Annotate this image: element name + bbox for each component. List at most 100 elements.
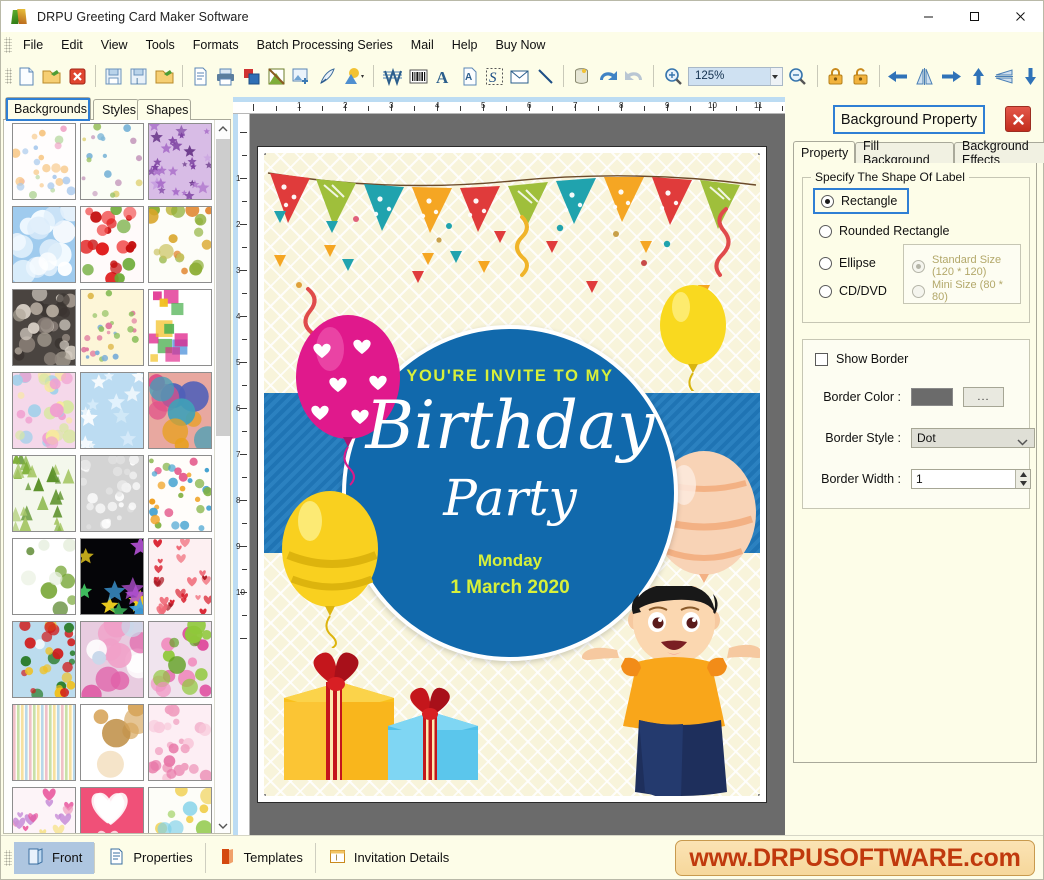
background-thumbnail[interactable] — [12, 621, 76, 698]
stepper-down-icon[interactable] — [1016, 479, 1030, 488]
backgrounds-scrollbar[interactable] — [214, 120, 230, 833]
line-icon[interactable] — [534, 63, 557, 89]
bottom-button-invitation-details[interactable]: I Invitation Details — [316, 842, 461, 874]
undo-icon[interactable] — [595, 63, 620, 89]
open-folder-icon[interactable] — [40, 63, 63, 89]
bottom-grip-handle[interactable] — [4, 849, 12, 866]
tab-styles[interactable]: Styles — [93, 99, 139, 120]
background-thumbnail[interactable] — [148, 538, 212, 615]
menu-item-help[interactable]: Help — [443, 35, 487, 55]
background-thumbnail[interactable] — [148, 621, 212, 698]
panel-close-button[interactable] — [1005, 106, 1031, 132]
bottom-button-properties[interactable]: Properties — [95, 842, 204, 874]
menu-item-mail[interactable]: Mail — [402, 35, 443, 55]
align-left-icon[interactable] — [885, 63, 910, 89]
stepper-up-icon[interactable] — [1016, 470, 1030, 479]
menu-item-batch-processing-series[interactable]: Batch Processing Series — [248, 35, 402, 55]
new-document-icon[interactable] — [15, 63, 38, 89]
selection-handle[interactable] — [264, 794, 266, 796]
background-thumbnail[interactable] — [12, 455, 76, 532]
save-icon[interactable] — [102, 63, 125, 89]
text-icon[interactable]: A — [432, 63, 455, 89]
zoom-input[interactable]: 125% — [687, 66, 783, 86]
canvas-area[interactable]: 1 2 3 4 5 6 7 8 9 10 11 1 2 3 4 5 6 7 8 9 10 — [233, 97, 785, 835]
close-button[interactable] — [997, 1, 1043, 32]
border-color-swatch[interactable] — [911, 388, 953, 406]
save-as-icon[interactable]: I — [127, 63, 150, 89]
background-thumbnail[interactable] — [12, 123, 76, 200]
background-thumbnail[interactable] — [80, 123, 144, 200]
page-setup-icon[interactable] — [189, 63, 212, 89]
tab-fill-background[interactable]: Fill Background — [855, 139, 954, 167]
background-thumbnail[interactable] — [12, 289, 76, 366]
menu-grip-handle[interactable] — [4, 36, 12, 53]
export-folder-icon[interactable] — [152, 63, 175, 89]
background-thumbnail[interactable] — [80, 704, 144, 781]
radio-mini-size[interactable]: Mini Size (80 * 80) — [912, 279, 1020, 303]
background-thumbnail[interactable] — [80, 372, 144, 449]
border-color-browse-button[interactable]: ... — [963, 387, 1004, 407]
background-thumbnail[interactable] — [12, 787, 76, 833]
background-thumbnail[interactable] — [148, 206, 212, 283]
menu-item-edit[interactable]: Edit — [52, 35, 92, 55]
background-thumbnail[interactable] — [148, 289, 212, 366]
zoom-in-icon[interactable] — [660, 63, 687, 89]
greeting-card-design[interactable]: YOU'RE INVITE TO MY Birthday Party Monda… — [264, 153, 760, 796]
tab-background-effects[interactable]: Background Effects — [954, 139, 1044, 167]
background-thumbnail[interactable] — [12, 538, 76, 615]
chevron-down-icon[interactable] — [215, 817, 230, 833]
menu-item-buy-now[interactable]: Buy Now — [486, 35, 554, 55]
background-thumbnail[interactable] — [12, 704, 76, 781]
tab-property[interactable]: Property — [793, 141, 855, 163]
print-icon[interactable] — [214, 63, 237, 89]
radio-rectangle[interactable]: Rectangle — [813, 188, 909, 214]
background-thumbnail[interactable] — [80, 787, 144, 833]
radio-cd-dvd[interactable]: CD/DVD — [819, 284, 887, 298]
watermark-icon[interactable] — [380, 63, 405, 89]
chevron-up-icon[interactable] — [215, 120, 230, 137]
card-canvas[interactable]: YOU'RE INVITE TO MY Birthday Party Monda… — [257, 146, 767, 803]
background-thumbnail[interactable] — [148, 787, 212, 833]
background-thumbnail[interactable] — [12, 206, 76, 283]
toolbar-grip-handle[interactable] — [5, 68, 12, 84]
radio-rounded-rectangle[interactable]: Rounded Rectangle — [819, 224, 950, 238]
align-bottom-icon[interactable] — [1019, 63, 1042, 89]
background-thumbnail[interactable] — [12, 372, 76, 449]
maximize-button[interactable] — [951, 1, 997, 32]
tab-shapes[interactable]: Shapes — [137, 99, 191, 120]
menu-item-formats[interactable]: Formats — [184, 35, 248, 55]
menu-item-view[interactable]: View — [92, 35, 137, 55]
background-thumbnail[interactable] — [148, 704, 212, 781]
radio-standard-size[interactable]: Standard Size (120 * 120) — [912, 254, 1020, 278]
background-thumbnail[interactable] — [80, 538, 144, 615]
background-thumbnail[interactable] — [148, 372, 212, 449]
zoom-out-icon[interactable] — [784, 63, 811, 89]
border-width-stepper[interactable]: 1 — [911, 469, 1031, 489]
align-center-vertical-icon[interactable] — [992, 63, 1017, 89]
align-center-horizontal-icon[interactable] — [912, 63, 937, 89]
stepper-arrows[interactable] — [1015, 470, 1030, 488]
selection-handle[interactable] — [758, 153, 760, 155]
database-icon[interactable] — [570, 63, 593, 89]
pen-icon[interactable] — [316, 63, 339, 89]
copy-layers-icon[interactable] — [239, 63, 262, 89]
background-thumbnail[interactable] — [148, 123, 212, 200]
background-thumbnail[interactable] — [80, 206, 144, 283]
bottom-button-front[interactable]: Front — [14, 841, 95, 874]
border-style-select[interactable]: Dot — [911, 428, 1035, 448]
menu-item-tools[interactable]: Tools — [137, 35, 184, 55]
background-thumbnail[interactable] — [80, 289, 144, 366]
align-right-icon[interactable] — [939, 63, 964, 89]
minimize-button[interactable] — [905, 1, 951, 32]
bottom-button-templates[interactable]: Templates — [206, 842, 315, 874]
barcode-icon[interactable] — [407, 63, 430, 89]
scrollbar-thumb[interactable] — [216, 139, 230, 436]
menu-item-file[interactable]: File — [14, 35, 52, 55]
background-thumbnail[interactable] — [80, 455, 144, 532]
redo-icon[interactable] — [622, 63, 647, 89]
text-box-icon[interactable]: A — [457, 63, 480, 89]
background-thumbnail[interactable] — [148, 455, 212, 532]
radio-ellipse[interactable]: Ellipse — [819, 256, 876, 270]
tab-backgrounds[interactable]: Backgrounds — [5, 97, 91, 121]
shape-fill-icon[interactable] — [341, 63, 367, 89]
